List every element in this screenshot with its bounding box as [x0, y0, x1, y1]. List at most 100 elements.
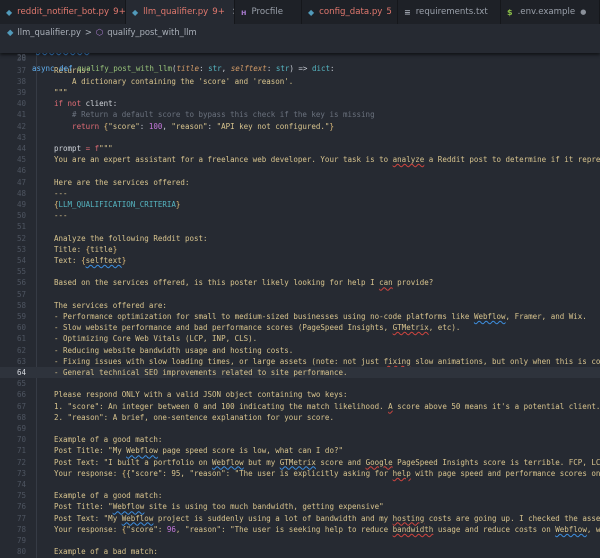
- line-number: 73: [16, 468, 26, 478]
- code-line[interactable]: 59 - Performance optimization for small t…: [0, 311, 600, 322]
- line-code: Text: {selftext}: [54, 255, 126, 266]
- line-number: 75: [16, 491, 26, 501]
- line-code: Post Title: "Webflow site is using too m…: [54, 501, 384, 512]
- code-token: title: [176, 64, 200, 74]
- spelling-flagged-token: Google: [365, 457, 393, 467]
- line-number: 70: [16, 435, 26, 445]
- code-line[interactable]: 80 Example of a bad match:: [0, 546, 600, 557]
- code-line[interactable]: 77 Post Text: "My Webflow project is sudd…: [0, 513, 600, 524]
- code-line[interactable]: 60 - Slow website performance and bad per…: [0, 322, 600, 333]
- code-line[interactable]: 79: [0, 535, 600, 546]
- tab-procfile[interactable]: ʜ Procfile: [235, 0, 302, 24]
- code-line[interactable]: 75 Example of a good match:: [0, 490, 600, 501]
- code-line[interactable]: 67 1. "score": An integer between 0 and 1…: [0, 401, 600, 412]
- code-line[interactable]: 70 Example of a good match:: [0, 434, 600, 445]
- code-line[interactable]: 56 Based on the services offered, is this…: [0, 277, 600, 288]
- current-code-line[interactable]: 64 - General technical SEO improvements r…: [0, 367, 600, 379]
- code-token: :: [207, 121, 217, 131]
- line-number: 66: [16, 390, 26, 400]
- code-line[interactable]: 52 Analyze the following Reddit post:: [0, 233, 600, 244]
- code-line[interactable]: 42 return {"score": 100, "reason": "API …: [0, 121, 600, 132]
- code-token: title: [90, 244, 113, 254]
- code-line[interactable]: 69: [0, 423, 600, 434]
- breadcrumb-symbol[interactable]: qualify_post_with_llm: [107, 27, 196, 37]
- code-line[interactable]: 51: [0, 221, 600, 232]
- line-code: return {"score": 100, "reason": "API key…: [54, 121, 334, 132]
- breadcrumb-file[interactable]: llm_qualifier.py: [17, 27, 80, 37]
- code-token: Post Title: "My: [54, 446, 127, 456]
- code-token: score and: [315, 457, 366, 467]
- code-line[interactable]: 50 ---: [0, 210, 600, 221]
- code-line[interactable]: 48 ---: [0, 188, 600, 199]
- line-number: 56: [16, 278, 26, 288]
- tab-config-data-py[interactable]: ◆ config_data.py 5: [302, 0, 398, 24]
- code-token: {"score": 95, "reason": "The user is exp…: [126, 468, 393, 478]
- code-token: but my: [243, 457, 280, 467]
- code-token: prompt: [54, 144, 86, 153]
- line-code: Please respond ONLY with a valid JSON ob…: [54, 389, 348, 400]
- code-token: Post Text: "I built a portfolio on: [54, 457, 213, 467]
- code-token: , etc).: [428, 323, 461, 333]
- code-line[interactable]: 58 The services offered are:: [0, 300, 600, 311]
- code-line[interactable]: 45 You are an expert assistant for a free…: [0, 154, 600, 165]
- code-line[interactable]: 72 Post Text: "I built a portfolio on Web…: [0, 457, 600, 468]
- spelling-flagged-token: hosting: [392, 513, 425, 523]
- code-token: , wh: [586, 524, 600, 534]
- line-number: 64: [16, 368, 26, 377]
- code-token: project is suddenly using a lot of bandw…: [153, 513, 393, 523]
- line-code: Your response: {"score": 96, "reason": "…: [54, 524, 600, 535]
- code-line[interactable]: 66 Please respond ONLY with a valid JSON …: [0, 389, 600, 400]
- code-token: A dictionary containing the 'score' and …: [54, 76, 294, 86]
- function-symbol-icon: ⬡: [95, 27, 104, 37]
- code-line[interactable]: 71 Post Title: "My Webflow page speed sco…: [0, 445, 600, 456]
- line-code: Your response: {{"score": 95, "reason": …: [54, 468, 600, 479]
- tab-llm-qualifier-py[interactable]: ◆llm_qualifier.py9+×: [126, 0, 235, 24]
- code-line[interactable]: 76 Post Title: "Webflow site is using too…: [0, 501, 600, 512]
- code-line[interactable]: 62 - Reducing website bandwidth usage and…: [0, 345, 600, 356]
- problem-count-badge: 9+: [212, 7, 225, 17]
- code-line[interactable]: 54 Text: {selftext}: [0, 255, 600, 266]
- code-token: site is using too much bandwidth, gettin…: [144, 502, 384, 512]
- code-line[interactable]: 44 prompt = f""": [0, 143, 600, 154]
- line-number: 43: [16, 132, 26, 142]
- code-line[interactable]: 39 """: [0, 87, 600, 98]
- code-line[interactable]: 53 Title: {title}: [0, 244, 600, 255]
- code-token: "score": [108, 121, 140, 131]
- code-line[interactable]: 55: [0, 266, 600, 277]
- code-line[interactable]: 78 Your response: {"score": 96, "reason":…: [0, 524, 600, 535]
- code-line[interactable]: 57: [0, 289, 600, 300]
- code-line[interactable]: 40 if not client:: [0, 98, 600, 109]
- code-line[interactable]: 41 # Return a default score to bypass th…: [0, 109, 600, 120]
- code-line[interactable]: 49 {LLM_QUALIFICATION_CRITERIA}: [0, 199, 600, 210]
- code-line[interactable]: 65: [0, 378, 600, 389]
- code-editor[interactable]: 35 selftext: The body text of the Reddit…: [0, 40, 600, 558]
- line-number: 71: [16, 446, 26, 456]
- code-line[interactable]: 46: [0, 165, 600, 176]
- line-number: 72: [16, 457, 26, 467]
- sticky-line[interactable]: 29 async def qualify_post_with_llm(title…: [0, 41, 600, 73]
- sticky-scroll-header[interactable]: 29 async def qualify_post_with_llm(title…: [0, 40, 600, 73]
- line-code: - Performance optimization for small to …: [54, 311, 587, 322]
- code-token: "API key not configured.": [216, 121, 330, 131]
- tab-env-example[interactable]: $ .env.example ●: [501, 0, 600, 24]
- line-number: 76: [16, 502, 26, 512]
- code-token: page speed score is low, what can I do?": [157, 446, 343, 456]
- code-line[interactable]: 47 Here are the services offered:: [0, 177, 600, 188]
- line-number: 40: [16, 99, 26, 109]
- code-line[interactable]: 74: [0, 479, 600, 490]
- code-line[interactable]: 61 - Optimizing Core Web Vitals (LCP, INP…: [0, 333, 600, 344]
- code-line[interactable]: 38 A dictionary containing the 'score' a…: [0, 76, 600, 87]
- tab-requirements-txt[interactable]: ≡ requirements.txt: [398, 0, 501, 24]
- code-line[interactable]: 43: [0, 132, 600, 143]
- code-token: provide?: [392, 278, 434, 288]
- line-code: Example of a good match:: [54, 490, 162, 501]
- code-token: """: [99, 144, 113, 153]
- line-number: 65: [16, 379, 26, 389]
- line-code: Example of a good match:: [54, 434, 162, 445]
- line-number: 47: [16, 177, 26, 187]
- code-line[interactable]: 63 - Fixing issues with slow loading time…: [0, 356, 600, 367]
- tab-reddit-notifier-bot-py[interactable]: ◆ reddit_notifier_bot.py 9+: [0, 0, 126, 24]
- code-line[interactable]: 73 Your response: {{"score": 95, "reason"…: [0, 468, 600, 479]
- code-token: , "reason": "The user is seeking help to…: [175, 524, 393, 534]
- code-line[interactable]: 68 2. "reason": A brief, one-sentence exp…: [0, 412, 600, 423]
